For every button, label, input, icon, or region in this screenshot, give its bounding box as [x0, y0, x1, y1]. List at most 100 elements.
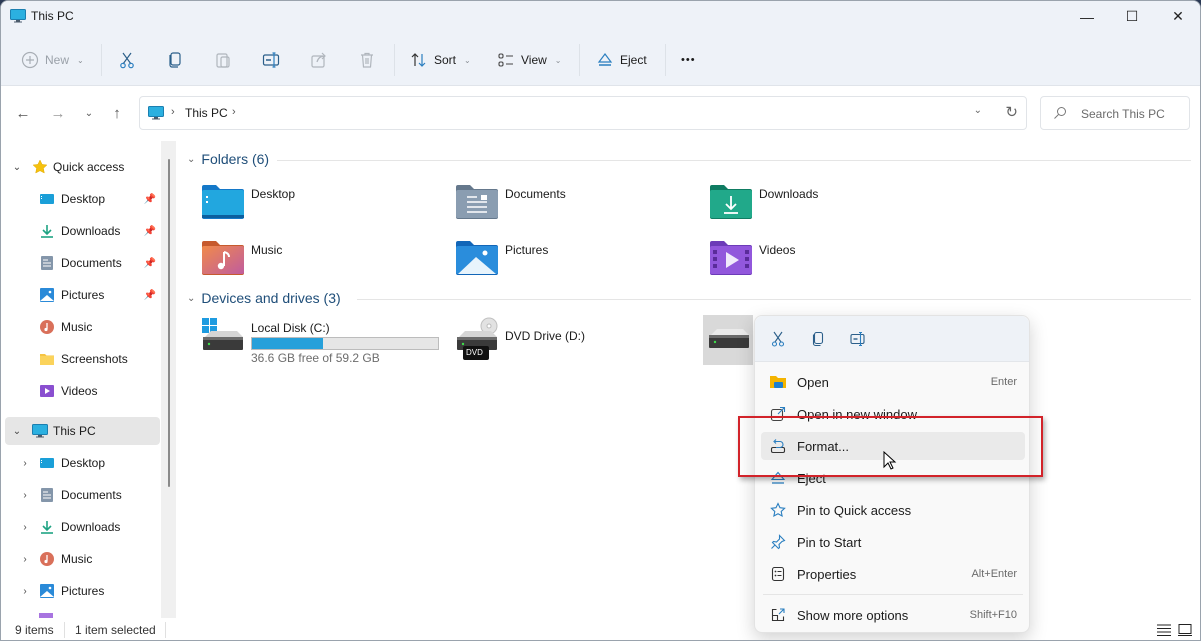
folder-pictures[interactable]: Pictures	[455, 239, 695, 285]
sidebar-item-pc-pictures[interactable]: › Pictures	[5, 577, 160, 605]
folders-group-header[interactable]: ⌄ Folders (6)	[187, 151, 269, 167]
chevron-right-icon[interactable]: ›	[18, 554, 32, 565]
chevron-right-icon[interactable]: ›	[18, 490, 32, 501]
pictures-folder-icon	[456, 241, 498, 275]
drive-local-disk-c[interactable]: Local Disk (C:) 36.6 GB free of 59.2 GB	[201, 317, 441, 373]
sidebar-item-quick-access[interactable]: ⌄ Quick access	[5, 153, 160, 181]
sidebar-item-desktop[interactable]: Desktop 📌	[5, 185, 160, 213]
sidebar-item-pc-documents[interactable]: › Documents	[5, 481, 160, 509]
menu-item-pin-quick-access[interactable]: Pin to Quick access	[761, 496, 1025, 524]
cut-button[interactable]	[118, 46, 136, 74]
sidebar-item-this-pc[interactable]: ⌄ This PC	[5, 417, 160, 445]
menu-item-properties[interactable]: Properties Alt+Enter	[761, 560, 1025, 588]
folder-documents[interactable]: Documents	[455, 183, 695, 229]
documents-folder-icon	[456, 185, 498, 219]
chevron-down-icon[interactable]: ⌄	[10, 426, 24, 437]
rename-button[interactable]	[262, 46, 280, 74]
documents-folder-icon	[41, 488, 53, 502]
folder-desktop[interactable]: Desktop	[201, 183, 441, 229]
sidebar-item-pictures[interactable]: Pictures 📌	[5, 281, 160, 309]
group-divider	[277, 160, 1191, 161]
minimize-button[interactable]: —	[1064, 1, 1110, 32]
close-button[interactable]: ✕	[1155, 1, 1200, 32]
sidebar-item-pc-downloads[interactable]: › Downloads	[5, 513, 160, 541]
refresh-icon[interactable]: ↻	[1005, 103, 1018, 121]
sidebar-label: Videos	[61, 384, 98, 398]
breadcrumb-separator[interactable]: ›	[232, 106, 236, 118]
back-button[interactable]: ←	[11, 101, 35, 125]
sidebar-item-music[interactable]: Music	[5, 313, 160, 341]
large-icons-view-button[interactable]	[1176, 621, 1194, 639]
sidebar-item-pc-desktop[interactable]: › Desktop	[5, 449, 160, 477]
desktop-folder-icon	[40, 194, 54, 204]
details-view-button[interactable]	[1155, 621, 1173, 639]
maximize-button[interactable]: ☐	[1109, 1, 1155, 32]
sidebar-label: Pictures	[61, 288, 105, 302]
more-icon: •••	[681, 54, 696, 66]
toolbar-divider	[101, 44, 102, 76]
view-label: View	[521, 53, 547, 67]
folder-name: Videos	[759, 243, 796, 257]
recent-locations-button[interactable]: ⌄	[77, 101, 101, 125]
drive-dvd-d[interactable]: DVD DVD Drive (D:)	[455, 317, 695, 373]
eject-button[interactable]: Eject	[596, 46, 647, 74]
search-icon	[1054, 107, 1066, 119]
drive-selected[interactable]	[703, 315, 753, 365]
videos-folder-icon	[40, 385, 54, 397]
menu-item-open[interactable]: Open Enter	[761, 368, 1025, 396]
menu-item-pin-start[interactable]: Pin to Start	[761, 528, 1025, 556]
address-bar[interactable]: › This PC › ⌄ ↻	[139, 96, 1027, 130]
toolbar-divider	[394, 44, 395, 76]
menu-item-shortcut: Alt+Enter	[971, 568, 1017, 580]
sidebar-item-screenshots[interactable]: Screenshots	[5, 345, 160, 373]
view-button[interactable]: View ⌄	[497, 46, 562, 74]
search-box[interactable]: Search This PC	[1040, 96, 1190, 130]
sidebar-item-pc-music[interactable]: › Music	[5, 545, 160, 573]
menu-item-shortcut: Shift+F10	[969, 609, 1017, 621]
folder-videos[interactable]: Videos	[709, 239, 949, 285]
sidebar-item-videos[interactable]: Videos	[5, 377, 160, 405]
sidebar-label: Music	[61, 320, 93, 334]
pictures-folder-icon	[40, 288, 54, 302]
more-button[interactable]: •••	[681, 46, 696, 74]
address-dropdown-icon[interactable]: ⌄	[974, 105, 982, 116]
context-rename-button[interactable]	[847, 328, 869, 350]
drives-group-header[interactable]: ⌄ Devices and drives (3)	[187, 290, 341, 306]
share-button[interactable]	[310, 46, 328, 74]
sidebar-item-documents[interactable]: Documents 📌	[5, 249, 160, 277]
sidebar-scrollbar[interactable]	[161, 141, 176, 618]
pictures-folder-icon	[40, 584, 54, 598]
downloads-folder-icon	[41, 225, 53, 238]
downloads-folder-icon	[710, 185, 752, 219]
new-button[interactable]: New ⌄	[21, 46, 84, 74]
chevron-right-icon[interactable]: ›	[18, 522, 32, 533]
chevron-down-icon[interactable]: ⌄	[10, 162, 24, 173]
music-folder-icon	[40, 320, 54, 334]
chevron-right-icon[interactable]: ›	[18, 586, 32, 597]
pin-icon: 📌	[143, 289, 156, 301]
up-button[interactable]: ↑	[105, 101, 129, 125]
context-copy-button[interactable]	[807, 328, 829, 350]
paste-button[interactable]	[214, 46, 232, 74]
delete-button[interactable]	[358, 46, 376, 74]
sidebar-label: Documents	[61, 488, 122, 502]
menu-item-label: Show more options	[797, 607, 909, 623]
menu-item-open-new-window[interactable]: Open in new window	[761, 400, 1025, 428]
breadcrumb-this-pc[interactable]: This PC	[185, 106, 228, 120]
copy-button[interactable]	[166, 46, 184, 74]
command-bar: New ⌄ Sort ⌄ View ⌄ Eject •••	[1, 34, 1200, 86]
sidebar-label: Desktop	[61, 456, 106, 470]
this-pc-icon	[148, 106, 164, 120]
menu-item-show-more-options[interactable]: Show more options Shift+F10	[761, 601, 1025, 629]
scrollbar-thumb[interactable]	[168, 159, 170, 487]
forward-button[interactable]: →	[46, 101, 70, 125]
folder-music[interactable]: Music	[201, 239, 441, 285]
folder-downloads[interactable]: Downloads	[709, 183, 949, 229]
sidebar-item-downloads[interactable]: Downloads 📌	[5, 217, 160, 245]
context-cut-button[interactable]	[767, 328, 789, 350]
sidebar-label: This PC	[53, 424, 96, 438]
chevron-right-icon[interactable]: ›	[18, 458, 32, 469]
sort-button[interactable]: Sort ⌄	[410, 46, 471, 74]
mouse-cursor-icon	[883, 451, 897, 470]
tiles-view-icon	[1178, 624, 1192, 636]
